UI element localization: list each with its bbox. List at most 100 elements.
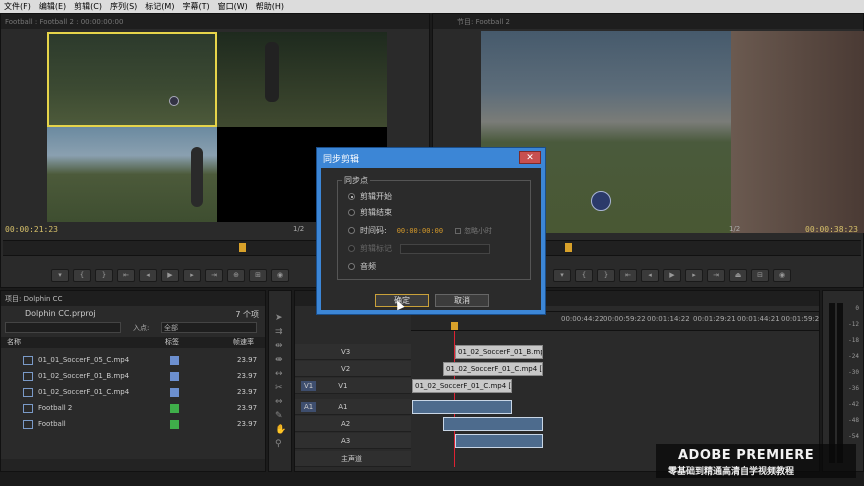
source-fit[interactable]: 1/2 [293, 225, 304, 233]
project-item[interactable]: 01_01_SoccerF_05_C.mp4 23.97 [5, 352, 263, 368]
radio-icon[interactable] [348, 263, 355, 270]
track-v1[interactable]: V1 V1 [295, 378, 411, 394]
project-tab[interactable]: 项目: Dolphin CC [5, 294, 62, 304]
radio-icon[interactable] [348, 227, 355, 234]
clip-marker-select[interactable] [400, 243, 490, 254]
timeline-playhead-marker[interactable] [451, 322, 458, 330]
project-panel: 项目: Dolphin CC Dolphin CC.prproj 7 个项 入点… [0, 290, 266, 472]
clip-v1[interactable]: 01_02_SoccerF_01_C.mp4 [V [412, 379, 512, 393]
option-clip-end[interactable]: 剪辑结束 [348, 207, 392, 218]
razor-icon[interactable]: ✂ [275, 381, 286, 395]
program-monitor-tab[interactable]: 节目: Football 2 [457, 17, 510, 27]
watermark-title: ADOBE PREMIERE [678, 448, 815, 463]
camera-angle-2[interactable] [217, 32, 387, 127]
track-a3[interactable]: A3 [295, 433, 411, 449]
project-search-field[interactable] [5, 322, 121, 333]
source-playhead[interactable] [239, 243, 246, 252]
mark-in-icon[interactable]: { [575, 268, 593, 282]
mark-out-icon[interactable]: } [597, 268, 615, 282]
export-frame-icon[interactable]: ◉ [773, 268, 791, 282]
radio-icon[interactable] [348, 245, 355, 252]
slip-icon[interactable]: ⇔ [275, 395, 286, 409]
extract-icon[interactable]: ⊟ [751, 268, 769, 282]
program-fit[interactable]: 1/2 [729, 225, 740, 233]
menu-title[interactable]: 字幕(T) [182, 1, 209, 12]
track-a1[interactable]: A1 A1 [295, 399, 411, 415]
go-to-in-icon[interactable]: ⇤ [117, 268, 135, 282]
menu-clip[interactable]: 剪辑(C) [74, 1, 102, 12]
ignore-hours-checkbox[interactable] [455, 227, 462, 234]
dialog-title-bar[interactable]: 同步剪辑 ✕ [317, 148, 545, 168]
source-monitor-tab[interactable]: Football : Football 2 : 00:00:00:00 [5, 18, 123, 26]
go-to-out-icon[interactable]: ⇥ [205, 268, 223, 282]
step-forward-icon[interactable]: ▸ [685, 268, 703, 282]
project-column-header: 名称 标签 帧速率 [1, 337, 265, 348]
option-clip-marker[interactable]: 剪辑标记 [348, 243, 490, 254]
radio-icon[interactable] [348, 193, 355, 200]
project-item[interactable]: 01_02_SoccerF_01_B.mp4 23.97 [5, 368, 263, 384]
clip-v2[interactable]: 01_02_SoccerF_01_C.mp4 [V [443, 362, 543, 376]
program-playhead[interactable] [565, 243, 572, 252]
track-v2[interactable]: V2 [295, 361, 411, 377]
rate-stretch-icon[interactable]: ↔ [275, 367, 286, 381]
menu-marker[interactable]: 标记(M) [145, 1, 174, 12]
meter-scale-label: -24 [848, 353, 859, 360]
close-icon[interactable]: ✕ [519, 151, 541, 164]
play-icon[interactable]: ▶ [663, 268, 681, 282]
label-color-swatch [170, 355, 179, 365]
play-icon[interactable]: ▶ [161, 268, 179, 282]
mark-out-icon[interactable]: } [95, 268, 113, 282]
source-a1-patch[interactable]: A1 [301, 401, 317, 412]
in-select[interactable]: 全部 [161, 322, 257, 333]
track-select-icon[interactable]: ⇉ [275, 325, 286, 339]
lift-icon[interactable]: ⏏ [729, 268, 747, 282]
step-back-icon[interactable]: ◂ [139, 268, 157, 282]
radio-icon[interactable] [348, 209, 355, 216]
timecode-input[interactable]: 00:00:00:00 [397, 227, 443, 235]
clip-a1[interactable] [412, 400, 512, 414]
overwrite-icon[interactable]: ⊞ [249, 268, 267, 282]
column-fps[interactable]: 帧速率 [233, 337, 254, 347]
clip-a3[interactable] [455, 434, 543, 448]
option-timecode[interactable]: 时间码: 00:00:00:00 忽略小时 [348, 225, 492, 236]
menu-edit[interactable]: 编辑(E) [39, 1, 66, 12]
selection-tool-icon[interactable]: ➤ [275, 311, 286, 325]
column-label[interactable]: 标签 [165, 337, 179, 347]
track-a2[interactable]: A2 [295, 416, 411, 432]
export-frame-icon[interactable]: ◉ [271, 268, 289, 282]
project-item[interactable]: 01_02_SoccerF_01_C.mp4 23.97 [5, 384, 263, 400]
master-track[interactable]: 主声道 [295, 451, 411, 467]
zoom-icon[interactable]: ⚲ [275, 437, 286, 451]
column-name[interactable]: 名称 [7, 337, 21, 347]
menu-sequence[interactable]: 序列(S) [110, 1, 137, 12]
menu-help[interactable]: 帮助(H) [256, 1, 284, 12]
option-audio[interactable]: 音频 [348, 261, 376, 272]
option-clip-start[interactable]: 剪辑开始 [348, 191, 392, 202]
clip-a2[interactable] [443, 417, 543, 431]
mark-in-icon[interactable]: { [73, 268, 91, 282]
clip-v3[interactable]: 01_02_SoccerF_01_B.mp [455, 345, 543, 359]
camera-angle-3[interactable] [47, 127, 217, 222]
marker-icon[interactable]: ▾ [553, 268, 571, 282]
project-item[interactable]: Football 23.97 [5, 416, 263, 432]
track-v3-label: V3 [341, 347, 351, 356]
go-to-out-icon[interactable]: ⇥ [707, 268, 725, 282]
pen-icon[interactable]: ✎ [275, 409, 286, 423]
track-v3[interactable]: V3 [295, 344, 411, 360]
cancel-button[interactable]: 取消 [435, 294, 489, 307]
ripple-edit-icon[interactable]: ⇹ [275, 339, 286, 353]
marker-icon[interactable]: ▾ [51, 268, 69, 282]
source-v1-patch[interactable]: V1 [301, 380, 317, 391]
camera-angle-1[interactable] [47, 32, 217, 127]
hand-icon[interactable]: ✋ [275, 423, 286, 437]
go-to-in-icon[interactable]: ⇤ [619, 268, 637, 282]
insert-icon[interactable]: ⊕ [227, 268, 245, 282]
step-back-icon[interactable]: ◂ [641, 268, 659, 282]
meter-left [829, 303, 835, 463]
menu-file[interactable]: 文件(F) [4, 1, 31, 12]
step-forward-icon[interactable]: ▸ [183, 268, 201, 282]
menu-window[interactable]: 窗口(W) [218, 1, 248, 12]
rolling-edit-icon[interactable]: ⇼ [275, 353, 286, 367]
project-item-fps: 23.97 [237, 372, 258, 380]
project-item[interactable]: Football 2 23.97 [5, 400, 263, 416]
